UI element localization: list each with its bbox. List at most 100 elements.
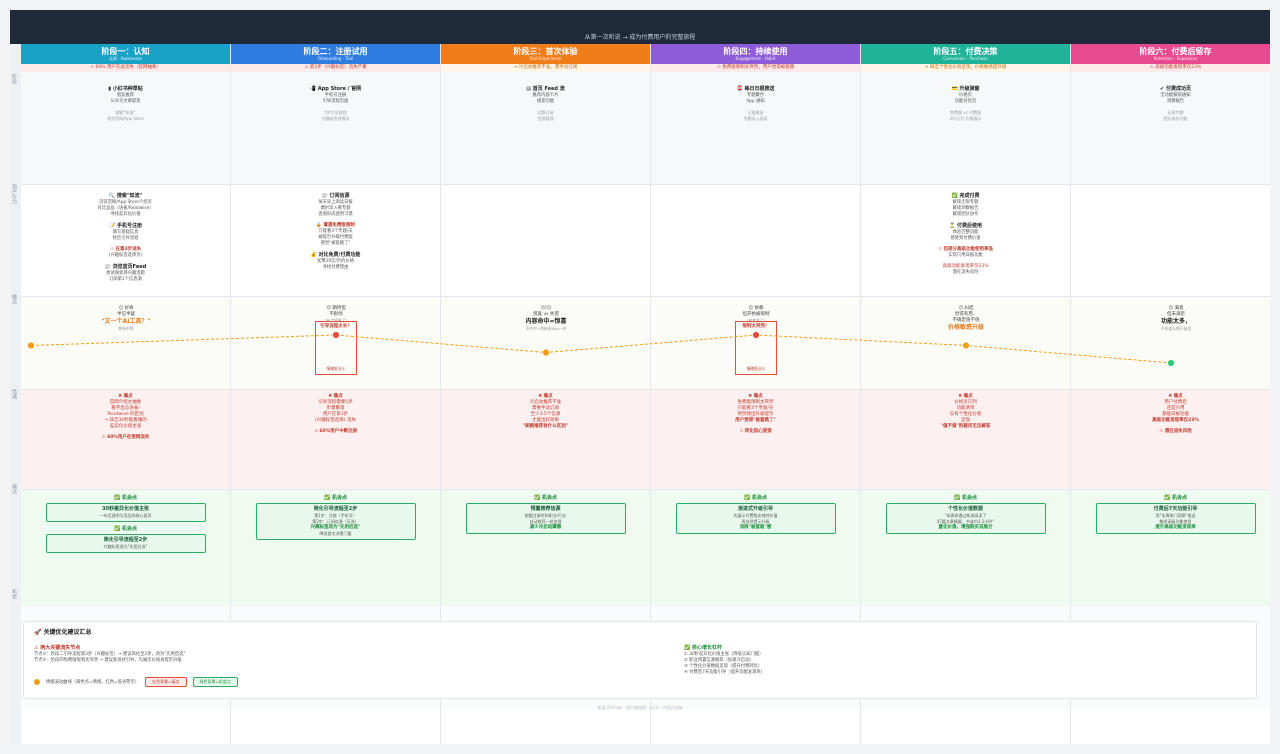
opportunity-card: 渐进式升级引导 先展示付费版本独特价值 再自然提示升级 消除"被套路"感 xyxy=(675,503,836,534)
action-heading: ⏳ 付费后使用 xyxy=(949,223,982,229)
opportunity-title: 个性化价值数据 xyxy=(947,506,983,512)
action-heading: ✅ 完成付费 xyxy=(951,193,980,199)
stage-title: 阶段一：认知 xyxy=(101,47,150,56)
stage-warning: ⚠ 高级功能发现率仅23% xyxy=(1071,64,1270,72)
row-label-touchpoints: 触点 xyxy=(11,294,17,304)
touchpoint-note: 29元/月 价格展示 xyxy=(949,116,982,121)
opportunity-title: 预置推荐信源 xyxy=(530,506,561,512)
touchpoint-section: ▤ 首页 Feed 流推荐内容卡片 搜索功能 话题订阅 信源管理 xyxy=(441,72,650,185)
emotion-block: 😐 好奇 半信半疑 "又一个AI工具？" 期待中等 xyxy=(21,306,230,331)
opportunity-title: 付费后7天功能引导 xyxy=(1153,506,1198,512)
opportunity-title: 渐进式升级引导 xyxy=(737,506,773,512)
emotion-section: 😐 好奇 半信半疑 "又一个AI工具？" 期待中等 xyxy=(21,297,230,390)
drop-off-nodes: ⚠ 两大关键流失节点 节点①：阶段二引导流程第3步（兴趣标签）→ 建议简化至2步… xyxy=(34,645,594,664)
emotion-note: 不知道从哪开始用 xyxy=(1160,326,1192,331)
opportunity-heading: ✅ 机会点 xyxy=(324,495,347,501)
opportunity-result: 提升高级功能发现率 xyxy=(1155,525,1196,530)
emotion-section: 😐 纠结 觉得有用， 不确定值不值 价格敏感升级 xyxy=(861,297,1070,390)
action-section xyxy=(441,185,650,297)
action-section: 🔍 搜索"知流" 浏览官网/App Store介绍页 对比竞品（语雀/Readwis… xyxy=(21,185,230,297)
pain-section: ✖ 痛点 用户付费后 还是只用 基础日报功能 高级功能发现率仅23% ⚠ 潜在流失风险 xyxy=(1071,390,1270,490)
action-heading: 📝 手机号注册 xyxy=(109,223,142,229)
opportunity-heading: ✅ 机会点 xyxy=(954,495,977,501)
pain-section: ✖ 痛点 引导流程需要5步 步骤繁琐 用户在第3步 (兴趣标签选择) 流失 ⚠ 60%用户… xyxy=(231,390,440,490)
row-label-actions: 用户行为 xyxy=(11,184,17,204)
opportunity-detail: 兴趣标签改为"先用后选" xyxy=(103,544,148,549)
opportunity-result: 消除"被套路"感 xyxy=(739,525,772,530)
emotion-section: 😊 依赖 但开始被限制 "被套路了" 限制太突然！ 情绪低谷② xyxy=(651,297,860,390)
growth-levers-heading: ✅ 核心增长杠杆 xyxy=(684,645,722,651)
growth-levers: ✅ 核心增长杠杆 ① 30秒差异化价值主张（降低认知门槛） ② 职业预置信源推荐… xyxy=(684,645,1244,676)
opportunity-section: ✅ 机会点简化引导流程至2步 第1步：注册（手机号） 第2步：订阅信源（可选） 兴趣标… xyxy=(231,490,440,606)
touchpoint-note: 兴趣标签选择页 xyxy=(321,116,350,121)
opportunity-heading: ✅ 机会点 xyxy=(534,495,557,501)
emotion-low-caption: 情绪低谷① xyxy=(326,366,346,371)
stage-subtitle: First Experience xyxy=(529,56,562,61)
opportunity-section: ✅ 机会点 个性化价值数据 "本周你通过知流阅读了 47篇文章摘要，节省约3.5小时"… xyxy=(861,490,1070,606)
drop-off-node-2: 节点②：阶段四免费版限制太突然 → 建议渐进式引导，先展示价值再提示升级 xyxy=(34,658,182,663)
touchpoint-section: 💳 升级弹窗 价格页 功能对比页 免费版 vs 付费版 29元/月 价格展示 xyxy=(861,72,1070,185)
touchpoint-note: 信源管理 xyxy=(537,116,554,121)
pain-stat: ⚠ 60%用户中断注册 xyxy=(313,429,358,434)
row-label-gutter: 阶段 用户行为 触点 情绪 痛点 机会 xyxy=(10,44,21,744)
opportunity-heading: ✅ 机会点 xyxy=(1164,495,1187,501)
pain-section: ✖ 痛点 冷启动推荐不准 需要手动订阅 至少3-5个信源 才能出好效果 "刷刷推荐有什么区… xyxy=(441,390,650,490)
legend: 情绪波动曲线（黄色点=情绪，红色=低谷警示） 红色背景=痛点 绿色背景=机会点 xyxy=(34,677,238,687)
emotion-low-text: 限制太突然！ xyxy=(736,324,776,330)
row-label-opportunity: 机会 xyxy=(11,589,17,599)
emotion-section: 😕/😐 惊喜 vs 失望 内容命中=惊喜 不命中=和新闻App一样 xyxy=(441,297,650,390)
emotion-block: 😐 纠结 觉得有用， 不确定值不值 价格敏感升级 xyxy=(861,306,1070,332)
emotion-low-box: 限制太突然！ 情绪低谷② xyxy=(735,321,777,375)
touchpoint-note: 团队协作功能 xyxy=(1163,116,1188,121)
growth-lever-4: ④ 付费后7天功能引导（提升功能发现率） xyxy=(684,670,765,675)
emotion-quote: 价格敏感升级 xyxy=(947,324,984,331)
stage-header: 阶段一：认知 认知 · Awareness xyxy=(21,44,230,64)
pain-stat: ⚠ 60%用户在官网流失 xyxy=(101,435,150,440)
stage-title: 阶段四：持续使用 xyxy=(723,47,788,56)
opportunity-section: ✅ 机会点 付费后7天功能引导 用"本周热门洞察"推送 触发高级功能使用 提升高级功能发… xyxy=(1071,490,1270,606)
opportunity-card: 简化引导流程至2步 第1步：注册（手机号） 第2步：订阅信源（可选） 兴趣标签改为"先… xyxy=(255,503,416,540)
stage-warning: → 冷启动推荐不准，需手动订阅 xyxy=(441,64,650,72)
action-section xyxy=(1071,185,1270,297)
touchpoint-title: 📲 App Store / 官网 xyxy=(309,86,362,92)
touchpoint-title: 💳 升级弹窗 xyxy=(951,86,980,92)
touchpoint-section: 📮 每日日报推送 专题聚合 App 通知 日报推送 专题深入阅读 xyxy=(651,72,860,185)
row-label-emotion: 情绪 xyxy=(11,389,17,399)
emotion-low-caption: 情绪低谷② xyxy=(746,366,766,371)
opportunity-heading: ✅ 机会点 xyxy=(744,495,767,501)
stage-warning: ⚠ 免费版限制太突然，用户觉得被套路 xyxy=(651,64,860,72)
opportunity-result: 量化价值，增强购买说服力 xyxy=(938,525,993,530)
summary-title: 🚀 关键优化建议汇总 xyxy=(34,629,92,636)
pain-section: ✖ 痛点 官网介绍太抽象 看不出与语雀/Readwise 的区别 → 缺乏30秒能看懂… xyxy=(21,390,230,490)
stage-title: 阶段二：注册试用 xyxy=(303,47,368,56)
action-heading: 📰 订阅信源 xyxy=(321,193,350,199)
legend-pain: 红色背景=痛点 xyxy=(145,677,187,687)
opportunity-section: ✅ 机会点渐进式升级引导 先展示付费版本独特价值 再自然提示升级 消除"被套路"感 xyxy=(651,490,860,606)
emotion-section: 😊 满意 但未满足 功能太多， 不知道从哪开始用 xyxy=(1071,297,1270,390)
emotion-low-text: 引导流程太长！ xyxy=(316,324,356,330)
stage-title: 阶段六：付费后留存 xyxy=(1139,47,1212,56)
opportunity-result: 减少冷启动摩擦 xyxy=(529,525,562,530)
summary-panel: 🚀 关键优化建议汇总 ⚠ 两大关键流失节点 节点①：阶段二引导流程第3步（兴趣标… xyxy=(23,621,1257,699)
emotion-quote: "又一个AI工具？" xyxy=(101,318,151,325)
action-section: 📰 订阅信源 每天早上阅读日报 偶尔深入看专题 逐渐形成使用习惯 🔒 遭遇免费版限制 只能… xyxy=(231,185,440,297)
action-heading: 💰 对比免费/付费功能 xyxy=(310,252,361,258)
stage-header: 阶段五：付费决策 Conversion · Purchase xyxy=(861,44,1070,64)
action-heading: 🔍 搜索"知流" xyxy=(108,193,143,199)
pain-section: ✖ 痛点 免费版限制太突然 只能看3个专题/天 突然弹出升级提示 用户觉得"被套路了" ⚠… xyxy=(651,390,860,490)
stage-warning: → 缺乏个性化价值呈现，价格敏感度升级 xyxy=(861,64,1070,72)
pain-quote: "值不值"的疑问无法解答 xyxy=(940,424,991,429)
row-label-pain: 痛点 xyxy=(11,484,17,494)
opportunity-card: 预置推荐信源 根据注册时的职业/行业 自动推荐一组信源 减少冷启动摩擦 xyxy=(465,503,626,534)
touchpoint-title: 📮 每日日报推送 xyxy=(736,86,775,92)
stage-header: 阶段三：首次体验 First Experience xyxy=(441,44,650,64)
touchpoint-section: ▮ 小红书种草帖 朋友推荐 公众号文章提及 搜索"知流" 浏览官网/App Store xyxy=(21,72,230,185)
action-heading: 📰 浏览首页Feed xyxy=(104,264,147,270)
emotion-block: 😕/😐 惊喜 vs 失望 内容命中=惊喜 不命中=和新闻App一样 xyxy=(441,306,650,331)
top-header-bar: 从第一次听说 → 成为付费用户的完整旅程 xyxy=(10,10,1270,44)
stage-title: 阶段三：首次体验 xyxy=(513,47,578,56)
emotion-note: 不命中=和新闻App一样 xyxy=(525,326,567,331)
touchpoint-section: 📲 App Store / 官网 手机号注册 引导流程页面 5步引导流程 兴趣标签选择页 xyxy=(231,72,440,185)
